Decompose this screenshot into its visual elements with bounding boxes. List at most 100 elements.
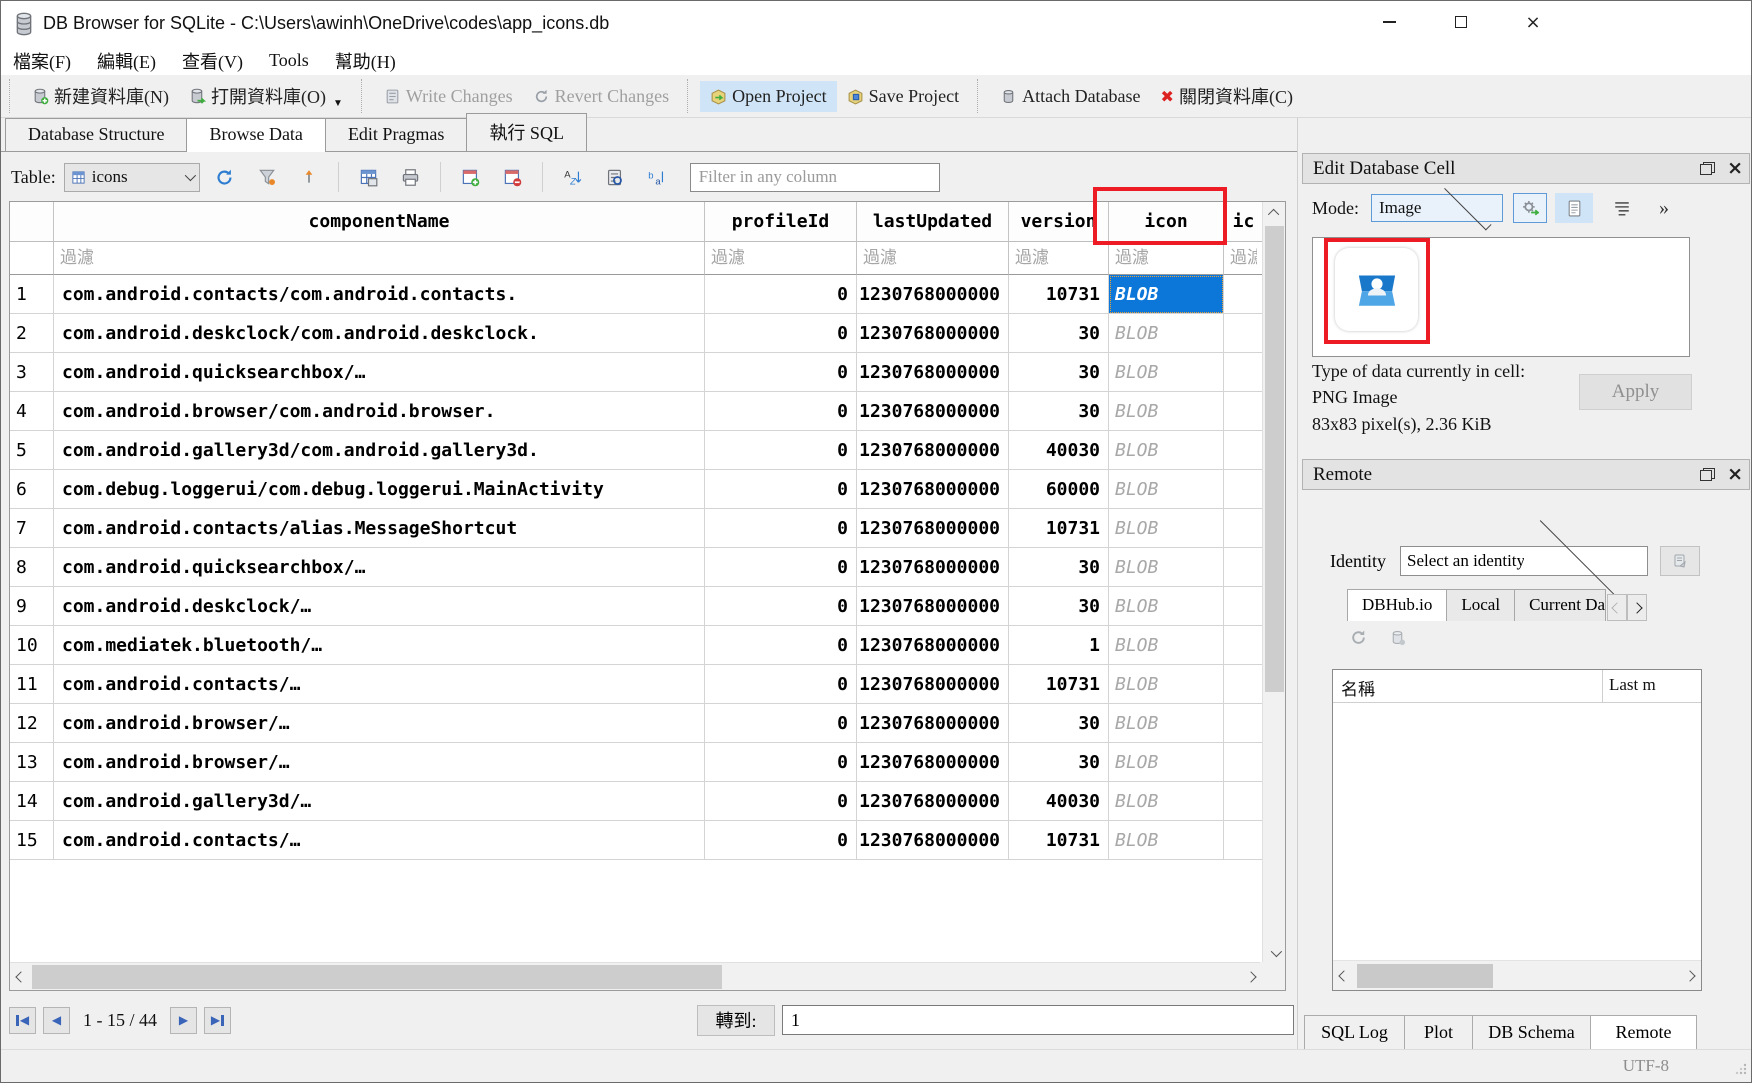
row-number[interactable]: 3	[10, 353, 54, 392]
refresh-button[interactable]	[208, 162, 242, 192]
find-button[interactable]	[598, 162, 632, 192]
cell-icon-blob[interactable]: BLOB	[1109, 470, 1224, 509]
horizontal-scrollbar[interactable]	[10, 962, 1262, 990]
header-lastUpdated[interactable]: lastUpdated	[857, 202, 1009, 242]
filter-version-input[interactable]	[1009, 242, 1108, 274]
menu-help[interactable]: 幫助(H)	[335, 48, 396, 74]
cell-ic-partial[interactable]	[1224, 548, 1264, 587]
row-number[interactable]: 8	[10, 548, 54, 587]
header-componentName[interactable]: componentName	[54, 202, 705, 242]
cell-version[interactable]: 30	[1009, 743, 1109, 782]
cell-icon-blob[interactable]: BLOB	[1109, 704, 1224, 743]
apply-button[interactable]: Apply	[1579, 374, 1692, 410]
vertical-scrollbar[interactable]	[1262, 202, 1285, 964]
cell-version[interactable]: 40030	[1009, 782, 1109, 821]
cell-componentName[interactable]: com.android.gallery3d/com.android.galler…	[54, 431, 705, 470]
write-changes-button[interactable]: Write Changes	[374, 81, 523, 112]
filter-lastUpdated-input[interactable]	[857, 242, 1008, 274]
cell-profileId[interactable]: 0	[705, 743, 857, 782]
import-data-button[interactable]	[1513, 193, 1547, 223]
goto-button[interactable]: 轉到:	[697, 1005, 775, 1036]
menu-edit[interactable]: 編輯(E)	[97, 48, 156, 74]
more-tools-chevrons[interactable]: »	[1659, 197, 1669, 220]
cell-version[interactable]: 10731	[1009, 665, 1109, 704]
cell-componentName[interactable]: com.android.contacts/…	[54, 821, 705, 860]
filter-ic-input[interactable]	[1224, 242, 1263, 274]
close-icon[interactable]: ×	[1727, 465, 1743, 484]
cell-lastUpdated[interactable]: 1230768000000	[857, 548, 1009, 587]
open-database-dropdown-caret[interactable]: ▼	[333, 98, 343, 109]
cell-version[interactable]: 30	[1009, 392, 1109, 431]
menu-tools[interactable]: Tools	[269, 50, 309, 71]
horizontal-scroll-thumb[interactable]	[32, 965, 722, 989]
cell-componentName[interactable]: com.android.quicksearchbox/…	[54, 353, 705, 392]
cell-version[interactable]: 10731	[1009, 821, 1109, 860]
cell-lastUpdated[interactable]: 1230768000000	[857, 470, 1009, 509]
cell-profileId[interactable]: 0	[705, 548, 857, 587]
last-page-button[interactable]: ▶	[204, 1007, 231, 1034]
remote-list-hscrollbar[interactable]	[1333, 960, 1701, 990]
scroll-left-icon[interactable]	[1333, 961, 1355, 991]
cell-componentName[interactable]: com.android.deskclock/com.android.deskcl…	[54, 314, 705, 353]
sort-asc-button[interactable]: AZ	[556, 162, 590, 192]
tab-dbhub[interactable]: DBHub.io	[1347, 589, 1447, 621]
cell-icon-blob[interactable]: BLOB	[1109, 431, 1224, 470]
cell-profileId[interactable]: 0	[705, 353, 857, 392]
cell-ic-partial[interactable]	[1224, 743, 1264, 782]
cell-componentName[interactable]: com.mediatek.bluetooth/…	[54, 626, 705, 665]
cell-profileId[interactable]: 0	[705, 275, 857, 314]
close-database-button[interactable]: ✖ 關閉資料庫(C)	[1151, 78, 1303, 114]
cell-icon-blob[interactable]: BLOB	[1109, 743, 1224, 782]
cell-version[interactable]: 30	[1009, 314, 1109, 353]
cell-icon-blob[interactable]: BLOB	[1109, 626, 1224, 665]
cell-lastUpdated[interactable]: 1230768000000	[857, 392, 1009, 431]
cell-version[interactable]: 30	[1009, 587, 1109, 626]
filter-button[interactable]	[250, 162, 284, 192]
vertical-scroll-thumb[interactable]	[1265, 226, 1284, 692]
sort-az-button[interactable]: ba	[640, 162, 674, 192]
cell-profileId[interactable]: 0	[705, 821, 857, 860]
scroll-up-icon[interactable]	[1263, 202, 1286, 224]
cell-profileId[interactable]: 0	[705, 782, 857, 821]
cell-componentName[interactable]: com.android.gallery3d/…	[54, 782, 705, 821]
cell-ic-partial[interactable]	[1224, 665, 1264, 704]
identity-cert-button[interactable]	[1660, 546, 1700, 576]
cell-lastUpdated[interactable]: 1230768000000	[857, 704, 1009, 743]
row-number[interactable]: 11	[10, 665, 54, 704]
cell-componentName[interactable]: com.android.quicksearchbox/…	[54, 548, 705, 587]
tab-plot[interactable]: Plot	[1404, 1015, 1473, 1050]
cell-version[interactable]: 30	[1009, 353, 1109, 392]
cell-profileId[interactable]: 0	[705, 626, 857, 665]
row-number[interactable]: 9	[10, 587, 54, 626]
row-number[interactable]: 14	[10, 782, 54, 821]
cell-lastUpdated[interactable]: 1230768000000	[857, 314, 1009, 353]
cell-ic-partial[interactable]	[1224, 314, 1264, 353]
cell-ic-partial[interactable]	[1224, 509, 1264, 548]
cell-ic-partial[interactable]	[1224, 587, 1264, 626]
filter-componentName-input[interactable]	[54, 242, 704, 274]
scroll-down-icon[interactable]	[1263, 942, 1286, 964]
cell-icon-blob[interactable]: BLOB	[1109, 392, 1224, 431]
refresh-button[interactable]	[1350, 629, 1367, 651]
cell-icon-blob[interactable]: BLOB	[1109, 509, 1224, 548]
first-page-button[interactable]: ◀	[9, 1007, 36, 1034]
cell-version[interactable]: 10731	[1009, 509, 1109, 548]
cell-componentName[interactable]: com.android.browser/com.android.browser.	[54, 392, 705, 431]
cell-lastUpdated[interactable]: 1230768000000	[857, 275, 1009, 314]
cell-lastUpdated[interactable]: 1230768000000	[857, 626, 1009, 665]
tab-local[interactable]: Local	[1446, 589, 1515, 621]
print-button[interactable]	[394, 162, 428, 192]
cell-version[interactable]: 30	[1009, 548, 1109, 587]
minimize-button[interactable]	[1373, 7, 1405, 37]
row-number[interactable]: 10	[10, 626, 54, 665]
cell-icon-blob[interactable]: BLOB	[1109, 821, 1224, 860]
cell-lastUpdated[interactable]: 1230768000000	[857, 782, 1009, 821]
close-icon[interactable]: ×	[1727, 159, 1743, 178]
cell-ic-partial[interactable]	[1224, 821, 1264, 860]
cell-componentName[interactable]: com.android.contacts/…	[54, 665, 705, 704]
row-number[interactable]: 12	[10, 704, 54, 743]
cell-componentName[interactable]: com.android.deskclock/…	[54, 587, 705, 626]
cell-lastUpdated[interactable]: 1230768000000	[857, 353, 1009, 392]
tab-browse-data[interactable]: Browse Data	[186, 118, 325, 152]
filter-profileId-input[interactable]	[705, 242, 856, 274]
